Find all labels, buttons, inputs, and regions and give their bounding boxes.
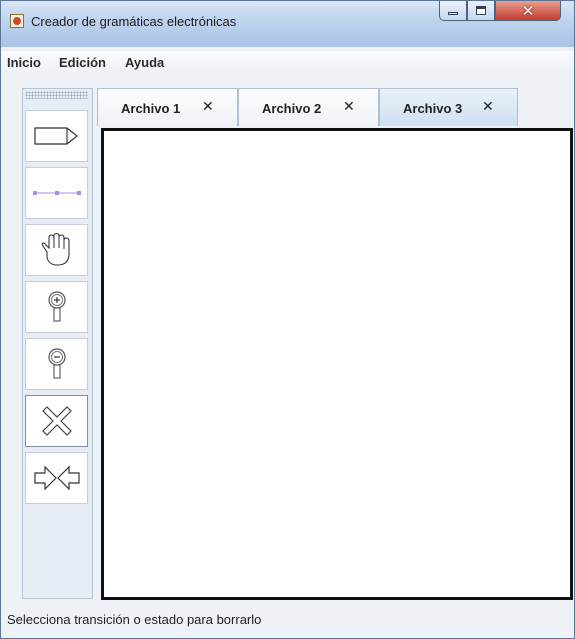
menu-ayuda[interactable]: Ayuda (125, 55, 164, 70)
zoom-out-icon (47, 348, 66, 379)
tool-zoom-in-button[interactable] (25, 281, 88, 333)
window-title: Creador de gramáticas electrónicas (31, 14, 237, 29)
tab-archivo-1[interactable]: Archivo 1 ✕ (97, 88, 238, 126)
close-icon: ✕ (521, 1, 535, 20)
state-arrow-icon (33, 127, 78, 145)
tool-arrows-button[interactable] (25, 452, 88, 504)
status-bar-text: Selecciona transición o estado para borr… (7, 612, 262, 627)
tab-label: Archivo 3 (403, 101, 463, 116)
hand-icon (41, 232, 70, 266)
toolbar-grip[interactable] (25, 91, 88, 99)
tool-transition-button[interactable] (25, 167, 88, 219)
tool-state-button[interactable] (25, 110, 88, 162)
menu-inicio[interactable]: Inicio (7, 55, 41, 70)
tool-hand-button[interactable] (25, 224, 88, 276)
menu-edicion[interactable]: Edición (59, 55, 106, 70)
minimize-button[interactable] (439, 1, 467, 21)
tool-zoom-out-button[interactable] (25, 338, 88, 390)
tab-label: Archivo 1 (121, 101, 181, 116)
tool-delete-button[interactable] (25, 395, 88, 447)
menu-bar: Inicio Edición Ayuda (1, 51, 574, 73)
delete-x-icon (41, 406, 72, 436)
tab-close-icon[interactable]: ✕ (482, 99, 494, 115)
transition-line-icon (32, 191, 81, 195)
java-app-icon (10, 14, 24, 28)
maximize-button[interactable] (467, 1, 495, 21)
app-window: Creador de gramáticas electrónicas ✕ Ini… (0, 0, 575, 639)
tab-archivo-2[interactable]: Archivo 2 ✕ (238, 88, 379, 126)
tab-close-icon[interactable]: ✕ (202, 99, 214, 115)
close-button[interactable]: ✕ (495, 1, 561, 21)
tab-close-icon[interactable]: ✕ (343, 99, 355, 115)
minimize-icon (448, 12, 458, 15)
drawing-canvas[interactable] (101, 128, 573, 600)
maximize-icon (476, 6, 486, 15)
arrows-icon (33, 465, 80, 491)
tool-palette (22, 88, 93, 599)
tab-label: Archivo 2 (262, 101, 322, 116)
tab-archivo-3[interactable]: Archivo 3 ✕ (379, 88, 518, 126)
zoom-in-icon (47, 291, 66, 322)
title-bar[interactable]: Creador de gramáticas electrónicas ✕ (1, 1, 574, 47)
tab-bar: Archivo 1 ✕ Archivo 2 ✕ Archivo 3 ✕ (97, 88, 574, 126)
